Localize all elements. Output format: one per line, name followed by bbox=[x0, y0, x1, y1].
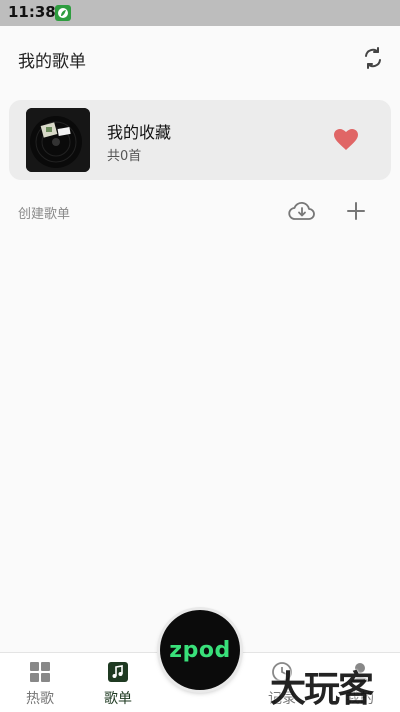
tab-label: 热歌 bbox=[26, 691, 54, 707]
tab-label: 歌单 bbox=[104, 691, 132, 707]
add-playlist-button[interactable] bbox=[343, 198, 369, 224]
favorite-button[interactable] bbox=[332, 126, 360, 154]
playlist-icon bbox=[107, 661, 129, 683]
grid-icon bbox=[29, 661, 51, 683]
page-title: 我的歌单 bbox=[18, 52, 86, 72]
watermark-logo: 大玩客 bbox=[270, 669, 374, 710]
status-bar: 11:38 bbox=[0, 0, 400, 26]
sync-icon bbox=[365, 47, 381, 69]
header: 我的歌单 bbox=[0, 26, 400, 90]
player-center-button[interactable]: zpod bbox=[160, 610, 240, 690]
playlist-cover bbox=[26, 108, 90, 172]
status-time: 11:38 bbox=[8, 3, 56, 21]
app-notification-icon bbox=[55, 5, 71, 21]
favorites-count: 共0首 bbox=[107, 149, 142, 164]
heart-icon bbox=[334, 129, 358, 150]
tab-playlists[interactable]: 歌单 bbox=[83, 653, 153, 712]
sync-button[interactable] bbox=[359, 44, 387, 72]
create-playlist-label: 创建歌单 bbox=[18, 207, 71, 222]
favorites-title: 我的收藏 bbox=[107, 123, 172, 142]
player-logo-label: zpod bbox=[169, 637, 231, 663]
plus-icon bbox=[347, 202, 365, 220]
tab-hot-songs[interactable]: 热歌 bbox=[5, 653, 75, 712]
favorites-playlist-card[interactable]: 我的收藏 共0首 bbox=[9, 100, 391, 180]
import-playlist-button[interactable] bbox=[287, 198, 317, 224]
cloud-download-icon bbox=[288, 201, 315, 220]
